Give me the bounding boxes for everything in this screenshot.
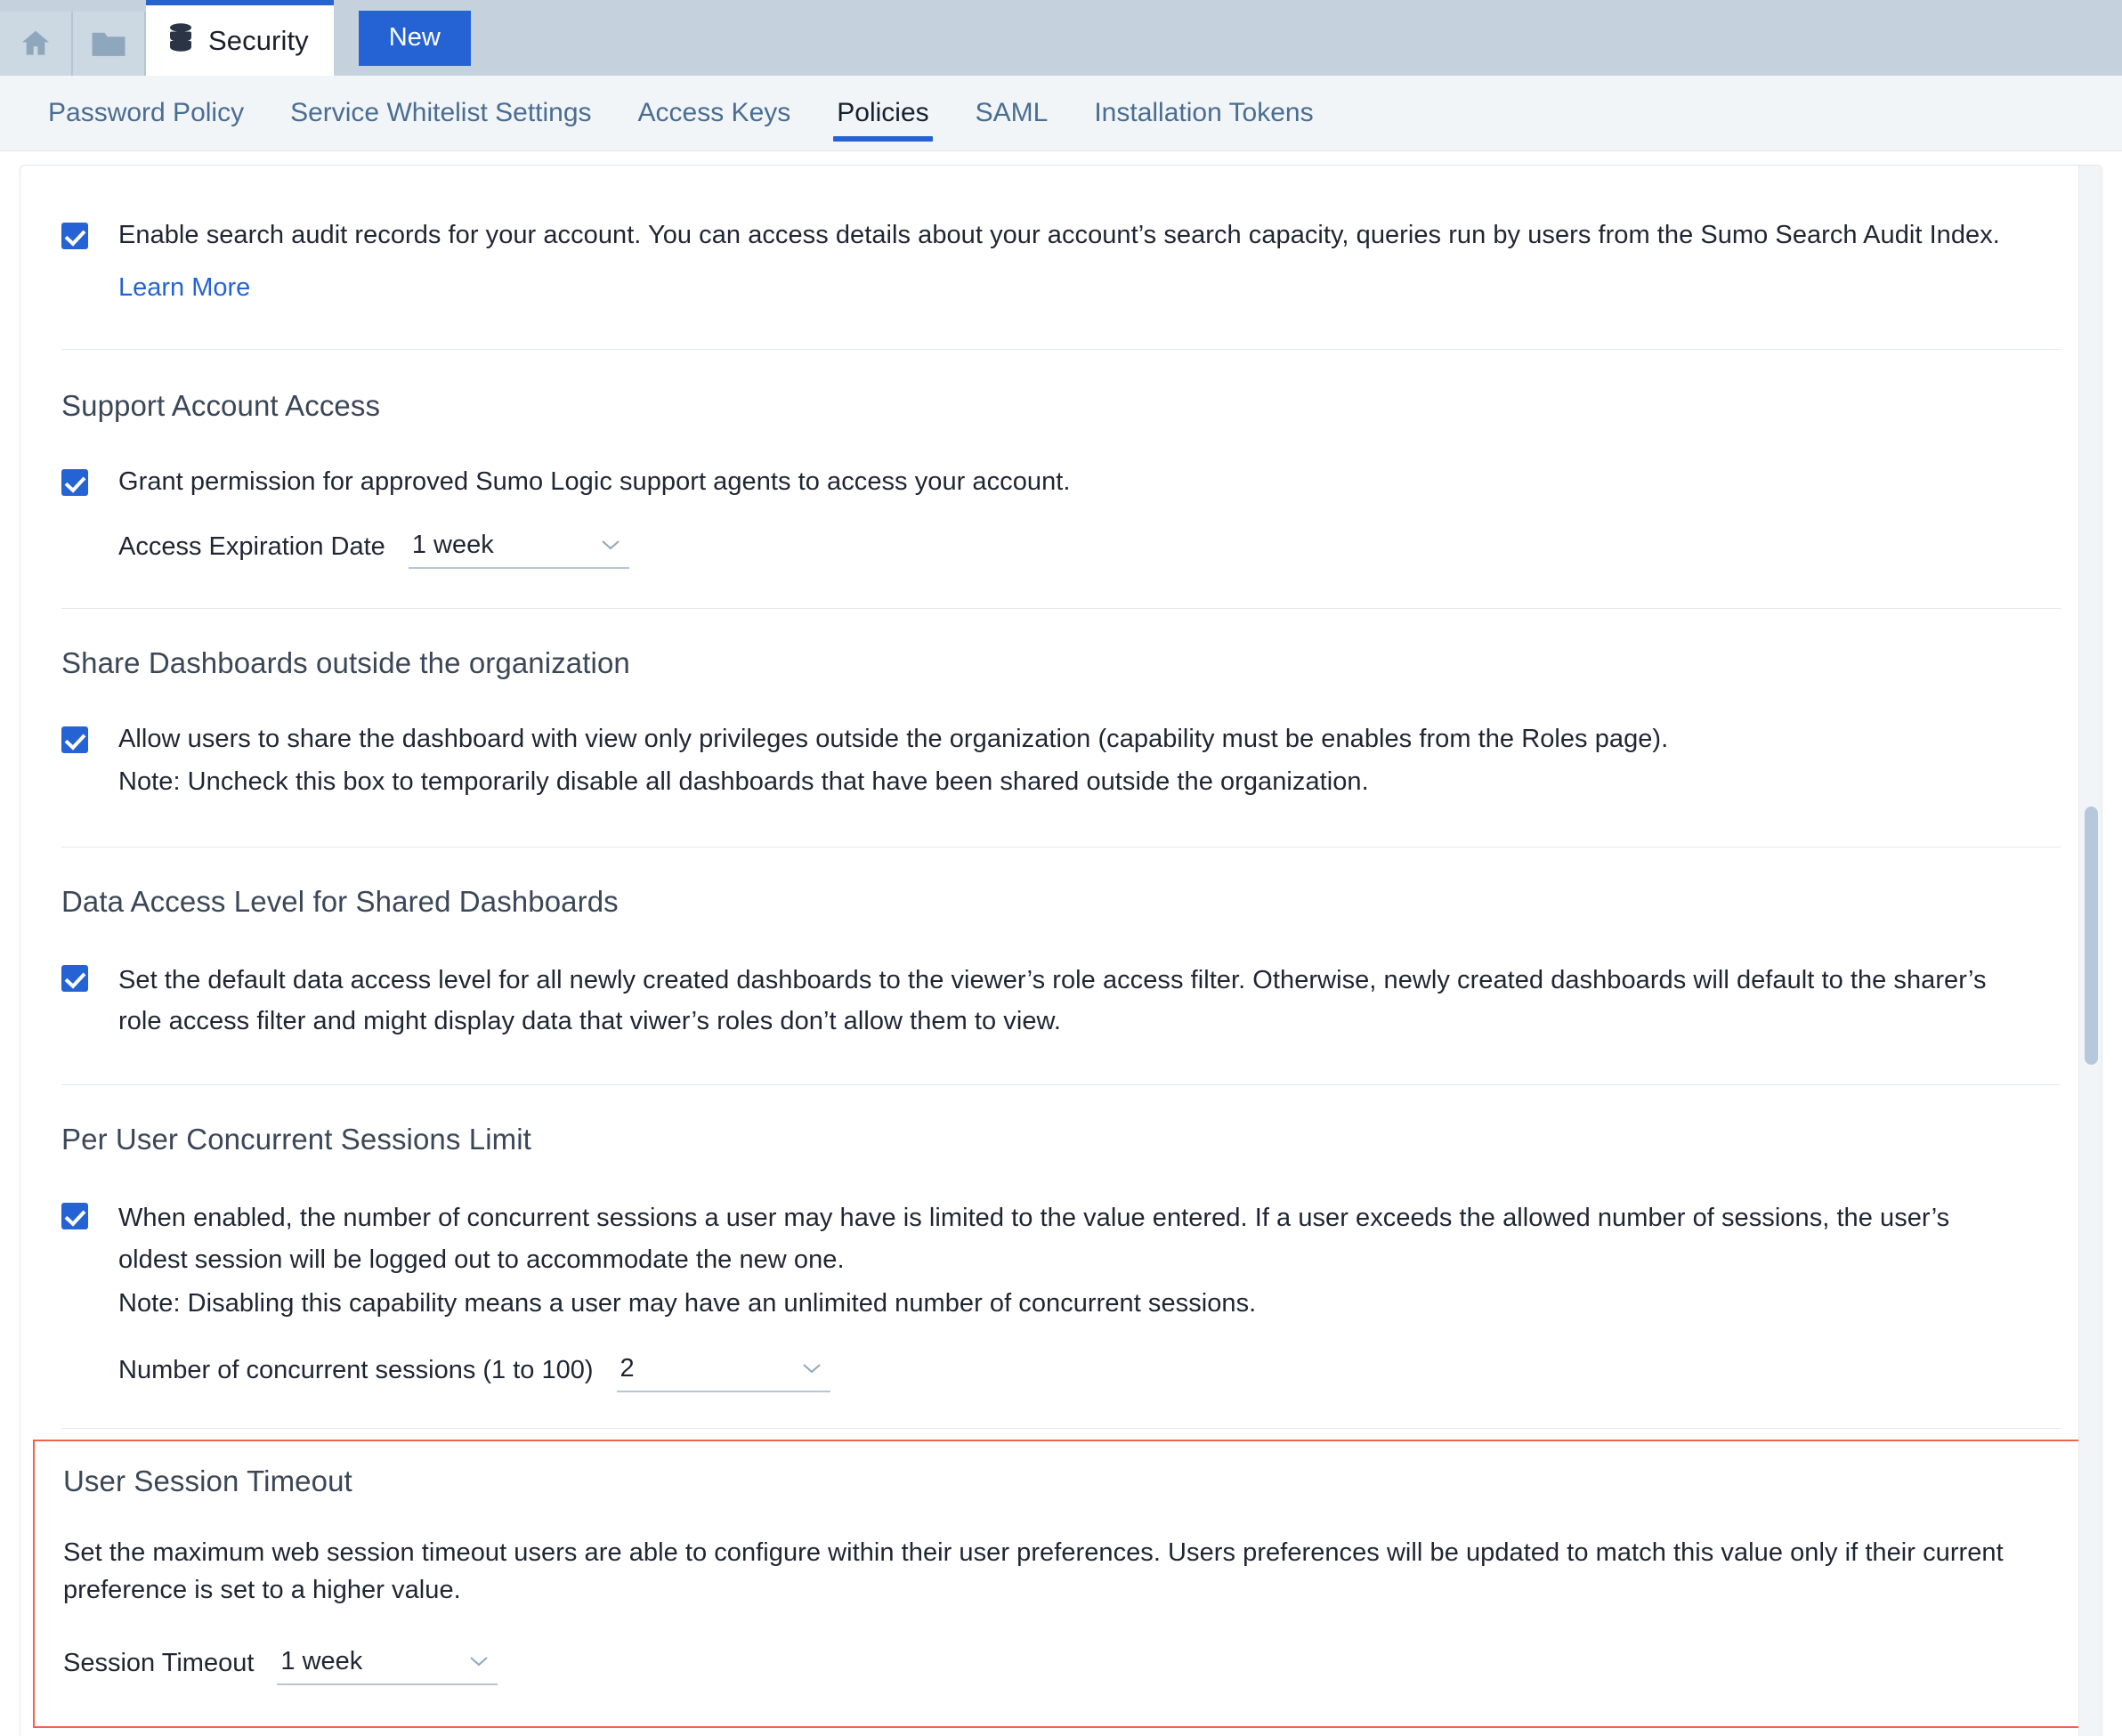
vertical-scrollbar-track[interactable] (2078, 166, 2102, 1736)
search-audit-section: Enable search audit records for your acc… (20, 166, 2102, 303)
chevron-down-icon (802, 1363, 822, 1375)
support-account-access-title: Support Account Access (61, 389, 2061, 423)
tab-security-label: Security (208, 25, 309, 57)
support-access-checkbox-row: Grant permission for approved Sumo Logic… (61, 464, 2061, 500)
support-account-access-section: Support Account Access Grant permission … (20, 350, 2102, 569)
concurrent-sessions-count-label: Number of concurrent sessions (1 to 100) (118, 1356, 594, 1392)
access-expiration-value: 1 week (412, 531, 494, 560)
share-dashboards-label: Allow users to share the dashboard with … (118, 721, 1668, 758)
tab-security[interactable]: Security (146, 0, 334, 76)
concurrent-sessions-checkbox-row: When enabled, the number of concurrent s… (61, 1197, 2061, 1322)
chevron-down-icon (469, 1656, 489, 1667)
search-audit-checkbox-row: Enable search audit records for your acc… (61, 217, 2061, 254)
user-session-timeout-description: Set the maximum web session timeout user… (63, 1534, 2057, 1609)
learn-more-link[interactable]: Learn More (118, 273, 250, 302)
concurrent-sessions-count-select[interactable]: 2 (617, 1354, 830, 1392)
chevron-down-icon (601, 539, 620, 551)
folder-icon (91, 28, 126, 59)
support-access-checkbox[interactable] (61, 469, 88, 496)
policies-panel: Enable search audit records for your acc… (20, 165, 2102, 1736)
concurrent-sessions-section: Per User Concurrent Sessions Limit When … (20, 1085, 2102, 1392)
share-dashboards-title: Share Dashboards outside the organizatio… (61, 646, 2061, 680)
subnav-item-password-policy[interactable]: Password Policy (25, 76, 267, 150)
app-window: Security New Password Policy Service Whi… (0, 0, 2122, 1736)
concurrent-sessions-checkbox[interactable] (61, 1203, 88, 1229)
home-tab-button[interactable] (0, 12, 73, 76)
window-tab-strip: Security New (0, 0, 2122, 76)
data-access-level-checkbox-row: Set the default data access level for al… (61, 960, 2061, 1042)
database-icon (167, 22, 194, 59)
session-timeout-select[interactable]: 1 week (277, 1647, 498, 1685)
data-access-level-title: Data Access Level for Shared Dashboards (61, 885, 2061, 919)
access-expiration-row: Access Expiration Date 1 week (118, 531, 2061, 569)
divider-5 (61, 1428, 2061, 1429)
user-session-timeout-title: User Session Timeout (63, 1464, 2059, 1498)
concurrent-sessions-note: Note: Disabling this capability means a … (118, 1286, 2005, 1322)
concurrent-sessions-label: When enabled, the number of concurrent s… (118, 1197, 2005, 1280)
data-access-level-label: Set the default data access level for al… (118, 960, 1988, 1042)
share-dashboards-checkbox-row: Allow users to share the dashboard with … (61, 721, 2061, 799)
subnav-item-service-whitelist-settings[interactable]: Service Whitelist Settings (267, 76, 614, 150)
home-icon (19, 27, 53, 61)
user-session-timeout-section: User Session Timeout Set the maximum web… (33, 1440, 2089, 1727)
session-timeout-label: Session Timeout (63, 1649, 254, 1685)
share-dashboards-note: Note: Uncheck this box to temporarily di… (118, 764, 1668, 800)
search-audit-label: Enable search audit records for your acc… (118, 217, 2000, 254)
session-timeout-value: 1 week (280, 1647, 362, 1676)
concurrent-sessions-count-value: 2 (620, 1354, 635, 1383)
subnav-item-saml[interactable]: SAML (952, 76, 1072, 150)
data-access-level-checkbox[interactable] (61, 965, 88, 992)
subnav-item-policies[interactable]: Policies (814, 76, 952, 150)
data-access-level-section: Data Access Level for Shared Dashboards … (20, 848, 2102, 1042)
new-button[interactable]: New (359, 11, 471, 66)
session-timeout-row: Session Timeout 1 week (63, 1647, 2059, 1685)
subnav-item-installation-tokens[interactable]: Installation Tokens (1071, 76, 1336, 150)
search-audit-checkbox[interactable] (61, 223, 88, 249)
support-access-label: Grant permission for approved Sumo Logic… (118, 464, 1070, 500)
library-tab-button[interactable] (73, 12, 146, 76)
concurrent-sessions-title: Per User Concurrent Sessions Limit (61, 1123, 2061, 1156)
access-expiration-label: Access Expiration Date (118, 532, 385, 569)
settings-subnav: Password Policy Service Whitelist Settin… (0, 76, 2122, 151)
subnav-item-access-keys[interactable]: Access Keys (615, 76, 814, 150)
share-dashboards-section: Share Dashboards outside the organizatio… (20, 609, 2102, 799)
concurrent-sessions-count-row: Number of concurrent sessions (1 to 100)… (118, 1354, 2061, 1392)
share-dashboards-checkbox[interactable] (61, 726, 88, 753)
access-expiration-select[interactable]: 1 week (409, 531, 629, 569)
vertical-scrollbar-thumb[interactable] (2085, 807, 2098, 1065)
